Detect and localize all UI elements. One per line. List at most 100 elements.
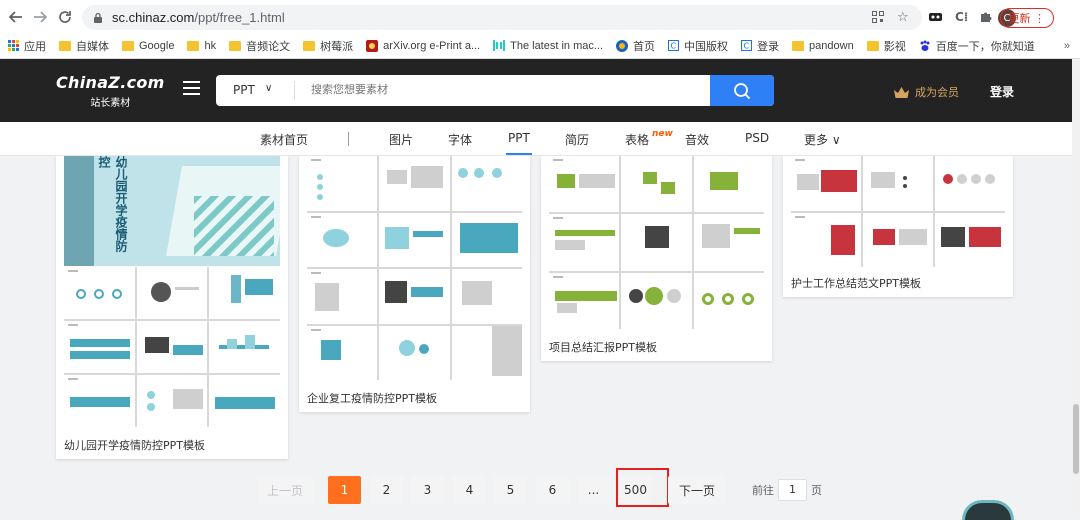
browser-toolbar: sc.chinaz.com/ppt/free_1.html ☆ C⁞ C 更新 … <box>0 0 1080 33</box>
next-page-button[interactable]: 下一页 <box>668 476 726 504</box>
nav-item-more[interactable]: 更多 ∨ <box>804 131 841 148</box>
reload-icon[interactable] <box>53 5 77 29</box>
new-badge: new <box>652 129 673 139</box>
c-icon: C <box>741 40 753 51</box>
nav-item-audio[interactable]: 音效 <box>685 131 709 148</box>
highlight-box <box>616 468 669 507</box>
more-bookmarks-chevron-icon[interactable]: » <box>1064 40 1070 52</box>
chevron-down-icon[interactable]: ∨ <box>265 83 272 94</box>
template-grid: 幼儿园开学疫情防控 幼儿园开学疫情防控PPT模板 企业复工疫情防控PPT模板 项… <box>0 156 1072 512</box>
nav-item-psd[interactable]: PSD <box>745 131 769 145</box>
page-button[interactable]: 3 <box>411 476 444 504</box>
nav-item-fonts[interactable]: 字体 <box>448 131 472 148</box>
extension-c-icon[interactable]: C⁞ <box>955 6 968 28</box>
bookmark-item[interactable]: pandown <box>792 40 854 52</box>
nav-item-images[interactable]: 图片 <box>389 131 413 148</box>
bookmarks-bar: 应用 自媒体 Google hk 音频论文 树莓派 arXiv.org e-Pr… <box>0 33 1080 59</box>
goto-page-input[interactable]: 1 <box>778 479 807 501</box>
page-button[interactable]: 2 <box>370 476 403 504</box>
update-button[interactable]: 更新 ⋮ <box>999 8 1054 28</box>
search-separator <box>294 81 295 100</box>
bookmark-item[interactable]: C 中国版权 <box>668 38 728 54</box>
search-button[interactable] <box>710 75 774 106</box>
bookmark-item[interactable]: arXiv.org e-Print a... <box>366 39 480 52</box>
bookmark-item[interactable]: C 登录 <box>741 38 779 54</box>
forward-arrow-icon[interactable] <box>28 5 52 29</box>
nav-item-ppt[interactable]: PPT <box>508 131 530 145</box>
bookmark-item[interactable]: 音频论文 <box>229 38 290 54</box>
bookmark-item[interactable]: Google <box>122 40 174 52</box>
page-button[interactable]: 6 <box>536 476 569 504</box>
slide-preview-grid <box>549 156 764 329</box>
bookmark-item[interactable]: 百度一下，你就知道 <box>919 38 1035 54</box>
qr-code-icon[interactable] <box>872 6 884 28</box>
bookmark-item[interactable]: 影视 <box>866 38 906 54</box>
bookmark-item[interactable]: The latest in mac... <box>493 40 603 52</box>
search-input[interactable] <box>311 83 691 96</box>
vip-link[interactable]: 成为会员 <box>893 84 959 100</box>
nav-divider <box>348 132 349 146</box>
bookmark-item[interactable]: 应用 <box>8 38 46 54</box>
folder-icon <box>59 40 71 51</box>
login-link[interactable]: 登录 <box>990 83 1014 100</box>
template-card[interactable]: 护士工作总结范文PPT模板 <box>783 156 1013 297</box>
baidu-paw-icon <box>920 40 930 51</box>
extension-mask-icon[interactable] <box>929 6 942 28</box>
nav-item-home[interactable]: 素材首页 <box>260 131 308 148</box>
search-bar: PPT ∨ <box>216 75 774 106</box>
bookmark-item[interactable]: hk <box>187 40 216 52</box>
paperswithcode-icon <box>493 40 506 51</box>
cover-thumbnail: 幼儿园开学疫情防控 <box>64 156 280 266</box>
template-card[interactable]: 项目总结汇报PPT模板 <box>541 156 772 361</box>
search-icon <box>734 82 751 99</box>
page-button[interactable]: 4 <box>453 476 486 504</box>
back-arrow-icon[interactable] <box>4 5 28 29</box>
template-card[interactable]: 幼儿园开学疫情防控 幼儿园开学疫情防控PPT模板 <box>56 156 288 459</box>
scrollbar-thumb[interactable] <box>1073 404 1079 474</box>
category-nav: 素材首页 图片 字体 PPT 简历 表格 new 音效 PSD 更多 ∨ <box>0 122 1080 156</box>
crown-icon <box>894 86 909 98</box>
nav-item-resume[interactable]: 简历 <box>565 131 589 148</box>
prev-page-button[interactable]: 上一页 <box>257 476 313 504</box>
template-card[interactable]: 企业复工疫情防控PPT模板 <box>299 156 530 412</box>
folder-icon <box>866 40 879 51</box>
site-logo[interactable]: ChinaZ.com 站长素材 <box>56 73 165 109</box>
site-header: ChinaZ.com 站长素材 PPT ∨ 成为会员 登录 <box>0 59 1080 122</box>
card-title[interactable]: 幼儿园开学疫情防控PPT模板 <box>64 437 205 453</box>
apps-grid-icon <box>8 40 19 51</box>
page-button[interactable]: 5 <box>494 476 527 504</box>
slide-preview-grid <box>307 156 522 380</box>
bookmark-item[interactable]: 树莓派 <box>303 38 353 54</box>
nav-item-tables[interactable]: 表格 <box>625 131 649 148</box>
arxiv-icon <box>366 39 379 52</box>
slide-preview-grid <box>64 267 280 427</box>
svg-text:C: C <box>744 42 750 51</box>
globe-icon <box>616 39 629 52</box>
bookmark-star-icon[interactable]: ☆ <box>897 6 909 28</box>
page-scrollbar[interactable] <box>1072 59 1080 512</box>
goto-label: 前往 <box>752 484 774 497</box>
card-title[interactable]: 企业复工疫情防控PPT模板 <box>307 390 437 406</box>
search-category-select[interactable]: PPT <box>233 83 255 97</box>
card-title[interactable]: 护士工作总结范文PPT模板 <box>791 275 921 291</box>
puzzle-extensions-icon[interactable] <box>980 6 992 28</box>
folder-icon <box>792 40 805 51</box>
chevron-down-icon: ∨ <box>831 133 841 147</box>
page-ellipsis-button[interactable]: ... <box>577 476 610 504</box>
address-bar[interactable]: sc.chinaz.com/ppt/free_1.html <box>82 5 922 30</box>
card-title[interactable]: 项目总结汇报PPT模板 <box>549 339 657 355</box>
folder-icon <box>122 40 134 51</box>
folder-icon <box>303 40 316 51</box>
folder-icon <box>229 40 242 51</box>
lock-icon <box>94 12 102 23</box>
menu-hamburger-icon[interactable] <box>183 81 200 95</box>
svg-text:C: C <box>671 42 677 51</box>
bookmark-item[interactable]: 首页 <box>616 38 655 54</box>
slide-preview-grid <box>791 156 1005 267</box>
bookmark-item[interactable]: 自媒体 <box>59 38 109 54</box>
folder-icon <box>187 40 200 51</box>
c-icon: C <box>668 40 680 51</box>
page-button[interactable]: 1 <box>328 476 361 504</box>
goto-suffix: 页 <box>811 484 822 497</box>
url-text: sc.chinaz.com/ppt/free_1.html <box>112 10 285 25</box>
